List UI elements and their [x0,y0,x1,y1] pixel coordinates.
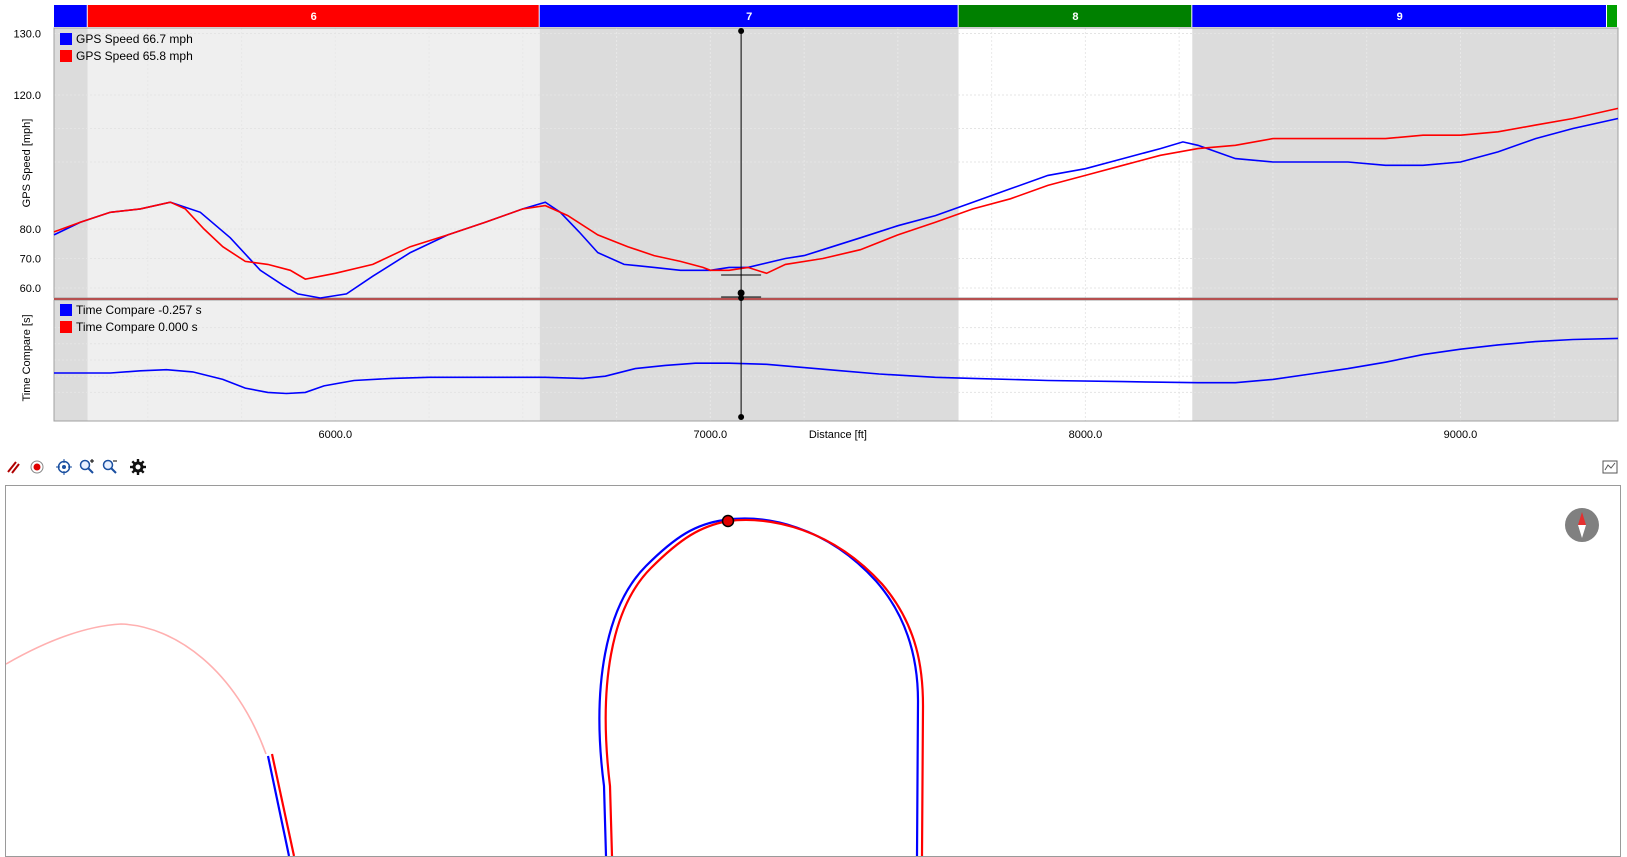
cursor-handle-bottom[interactable] [738,414,745,420]
track-lap-b-left [270,753,296,856]
speed-legend-text: GPS Speed 65.8 mph [76,49,193,63]
speed-legend-swatch [60,50,72,62]
segment-label-8: 8 [1072,11,1078,23]
segment-edge-5[interactable] [1607,5,1617,27]
speed-band-0 [54,28,88,298]
x-tick-label: 7000.0 [694,429,728,441]
time-legend-swatch [60,321,72,333]
time-legend-text: Time Compare -0.257 s [76,303,202,317]
cursor-handle-mid2[interactable] [738,295,745,301]
speed-tick-label: 80.0 [20,224,41,236]
speed-band-3 [958,28,1193,298]
segment-edge-0[interactable] [54,5,87,27]
cursor-handle-top[interactable] [738,28,745,34]
zoom-out-icon[interactable] [99,456,121,478]
map-view-icon[interactable] [1599,456,1621,478]
segment-label-9: 9 [1397,11,1403,23]
time-legend-swatch [60,304,72,316]
speed-legend-swatch [60,33,72,45]
center-target-icon[interactable] [53,456,75,478]
time-legend-text: Time Compare 0.000 s [76,320,198,334]
telemetry-chart[interactable]: 6789140.0130.0120.080.070.060.0GPS Speed… [0,0,1627,445]
track-lap-a-loop [598,517,920,856]
segment-label-6: 6 [311,11,317,23]
track-faded-section [6,623,267,755]
map-toolbar [0,455,1627,481]
speed-tick-label: 120.0 [13,90,41,102]
speed-tick-label: 130.0 [13,29,41,41]
record-icon[interactable] [26,456,48,478]
time-axis-label: Time Compare [s] [21,314,33,401]
x-axis-label: Distance [ft] [809,429,867,441]
speed-axis-label: GPS Speed [mph] [21,119,33,208]
track-map[interactable] [5,485,1621,857]
speed-legend-text: GPS Speed 66.7 mph [76,32,193,46]
x-tick-label: 9000.0 [1444,429,1478,441]
speed-band-1 [87,28,540,298]
compass-icon[interactable] [1564,507,1600,543]
track-lap-a-left [266,755,291,856]
zoom-in-icon[interactable] [76,456,98,478]
clear-icon[interactable] [2,456,24,478]
x-tick-label: 6000.0 [318,429,352,441]
car-position-marker[interactable] [721,514,735,528]
speed-tick-label: 70.0 [20,254,41,266]
settings-gear-icon[interactable] [127,456,149,478]
track-map-canvas[interactable] [6,486,1620,856]
track-lap-b-loop [604,518,925,856]
speed-tick-label: 60.0 [20,283,41,295]
speed-band-2 [539,28,959,298]
x-tick-label: 8000.0 [1069,429,1103,441]
segment-label-7: 7 [746,11,752,23]
telemetry-chart-panel[interactable]: 6789140.0130.0120.080.070.060.0GPS Speed… [0,0,1627,445]
